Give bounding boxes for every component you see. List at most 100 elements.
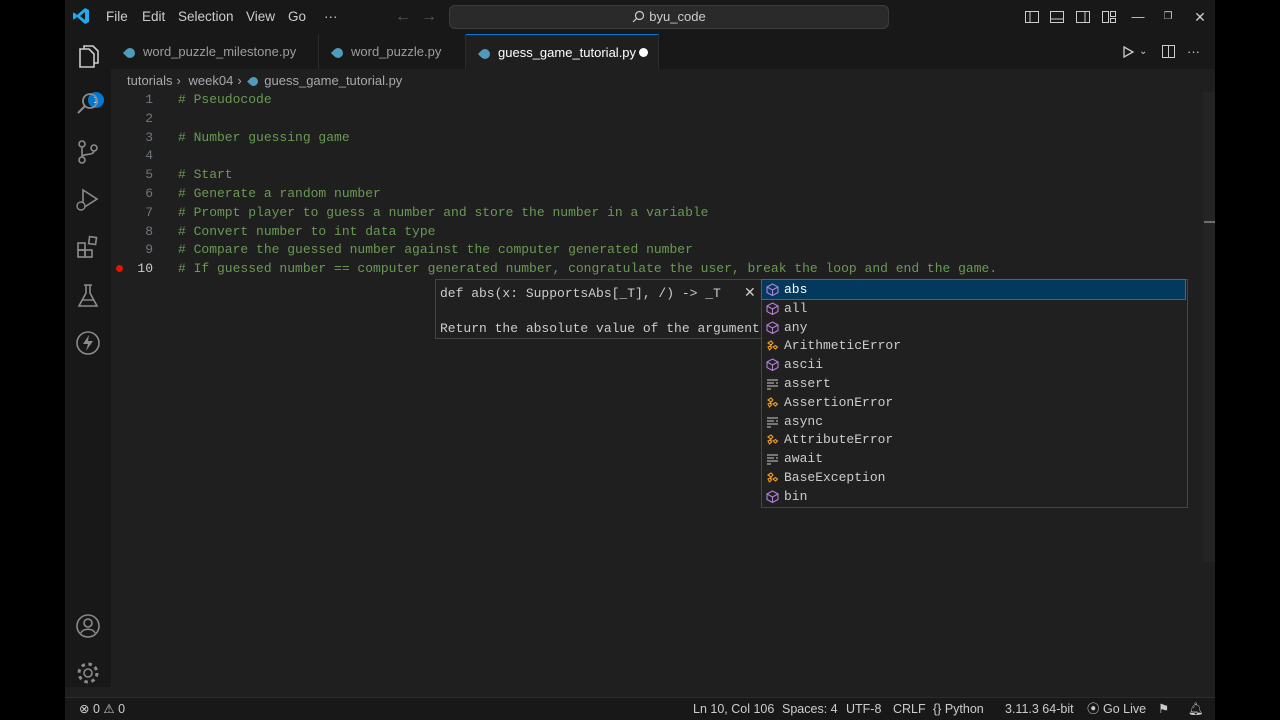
code-line: 6 # Generate a random number — [111, 184, 1201, 203]
end-of-line[interactable]: CRLF — [893, 698, 926, 720]
python-file-icon — [247, 75, 261, 88]
line-text: # Compare the guessed number against the… — [178, 242, 693, 257]
notifications-bell-icon[interactable]: 🔔︎ — [1188, 698, 1204, 720]
suggestion-label: BaseException — [784, 470, 886, 485]
suggestion-item[interactable]: abs — [761, 279, 1186, 300]
close-details-icon[interactable]: ✕ — [744, 284, 756, 301]
cursor-position[interactable]: Ln 10, Col 106 — [693, 698, 774, 720]
suggestion-item[interactable]: await — [762, 449, 1185, 468]
explorer-icon[interactable] — [74, 44, 102, 72]
function-signature: def abs(x: SupportsAbs[_T], /) -> _T — [440, 286, 721, 301]
code-line-current: 10 # If guessed number == computer gener… — [111, 259, 1201, 278]
back-arrow-icon[interactable]: ← — [395, 8, 411, 26]
keyword-icon — [767, 379, 778, 390]
feedback-icon[interactable]: ⚑ — [1158, 698, 1169, 720]
suggestion-label: all — [784, 300, 808, 316]
error-count: 0 — [92, 702, 100, 716]
breadcrumb-file[interactable]: guess_game_tutorial.py — [264, 73, 402, 88]
suggestion-item[interactable]: any — [762, 318, 1185, 337]
run-and-debug-icon[interactable] — [74, 186, 102, 214]
encoding[interactable]: UTF-8 — [846, 698, 881, 720]
close-window-icon[interactable]: ✕ — [1185, 0, 1215, 34]
command-center-search[interactable]: byu_code — [449, 5, 889, 29]
extensions-icon[interactable] — [74, 233, 102, 261]
line-number: 1 — [145, 92, 153, 107]
line-number: 6 — [145, 186, 153, 201]
tab-guess-game-tutorial[interactable]: guess_game_tutorial.py — [466, 34, 659, 69]
search-icon — [632, 10, 645, 23]
suggestion-item[interactable]: bin — [762, 487, 1185, 506]
run-dropdown-chevron-icon[interactable]: ⌄ — [1139, 34, 1147, 69]
line-number: 5 — [145, 167, 153, 182]
code-line: 1 # Pseudocode — [111, 90, 1201, 109]
class-icon — [767, 434, 779, 446]
class-icon — [767, 340, 779, 352]
tab-word-puzzle[interactable]: word_puzzle.py — [319, 34, 466, 69]
menu-selection[interactable]: Selection — [178, 0, 234, 34]
settings-gear-icon[interactable] — [74, 659, 102, 687]
tab-word-puzzle-milestone[interactable]: word_puzzle_milestone.py — [111, 34, 319, 69]
minimize-window-icon[interactable]: — — [1123, 0, 1153, 34]
suggestion-item[interactable]: AttributeError — [762, 430, 1185, 449]
line-number: 4 — [145, 148, 153, 163]
menu-more[interactable]: ··· — [324, 0, 338, 34]
python-file-icon — [477, 46, 493, 61]
problems-indicator[interactable]: ⊗ 0 ⚠ 0 — [79, 698, 125, 720]
status-bar: ⊗ 0 ⚠ 0 Ln 10, Col 106 Spaces: 4 UTF-8 C… — [65, 697, 1215, 720]
editor-tabs: word_puzzle_milestone.py word_puzzle.py … — [111, 34, 1215, 69]
toggle-primary-sidebar-icon[interactable] — [1024, 9, 1040, 25]
line-number: 7 — [145, 205, 153, 220]
accounts-icon[interactable] — [74, 612, 102, 640]
testing-icon[interactable] — [74, 282, 102, 310]
suggestion-label: ArithmeticError — [784, 338, 902, 354]
unsaved-dot-icon[interactable] — [639, 48, 648, 57]
line-text: # Number guessing game — [178, 130, 350, 145]
breadcrumb-folder-tutorials[interactable]: tutorials — [127, 73, 173, 88]
line-text: # Convert number to int data type — [178, 224, 436, 239]
warning-icon: ⚠ — [103, 702, 115, 716]
menu-file[interactable]: File — [106, 0, 128, 34]
suggestion-item[interactable]: all — [762, 299, 1185, 318]
menu-edit[interactable]: Edit — [142, 0, 165, 34]
suggestion-item[interactable]: AssertionError — [762, 393, 1185, 412]
chevron-right-icon: › — [237, 73, 242, 88]
method-cube-icon — [766, 320, 779, 334]
lightning-extension-icon[interactable] — [74, 329, 102, 357]
line-number: 10 — [137, 261, 153, 276]
suggestion-item[interactable]: ascii — [762, 355, 1185, 374]
suggestion-item[interactable]: BaseException — [762, 468, 1185, 487]
suggestion-label: ascii — [784, 357, 824, 373]
code-line: 5 # Start — [111, 165, 1201, 184]
breadcrumb-folder-week04[interactable]: week04 — [189, 73, 234, 88]
suggestion-item[interactable]: ArithmeticError — [762, 336, 1185, 355]
line-text: # Generate a random number — [178, 186, 381, 201]
source-control-icon[interactable] — [74, 138, 102, 166]
toggle-panel-icon[interactable] — [1049, 9, 1065, 25]
split-editor-icon[interactable] — [1161, 44, 1176, 59]
menu-view[interactable]: View — [246, 0, 275, 34]
warning-count: 0 — [118, 702, 126, 716]
search-icon[interactable] — [74, 90, 102, 118]
editor-scrollbar[interactable] — [1203, 92, 1215, 562]
suggestion-label: await — [784, 451, 824, 467]
line-number: 8 — [145, 224, 153, 239]
forward-arrow-icon[interactable]: → — [421, 8, 437, 26]
go-live-button[interactable]: ⦿ Go Live — [1087, 698, 1146, 720]
line-text: # If guessed number == computer generate… — [178, 261, 998, 276]
customize-layout-icon[interactable] — [1101, 9, 1117, 25]
python-interpreter[interactable]: 3.11.3 64-bit — [1005, 698, 1074, 720]
keyword-icon — [767, 454, 778, 465]
restore-window-icon[interactable]: ❐ — [1153, 0, 1183, 34]
language-mode[interactable]: {} Python — [933, 698, 984, 720]
suggestion-label: async — [784, 413, 824, 429]
method-cube-icon — [766, 302, 779, 315]
tab-label: guess_game_tutorial.py — [498, 45, 637, 60]
suggestion-item[interactable]: async — [762, 412, 1185, 431]
run-python-file-icon[interactable] — [1121, 45, 1135, 59]
toggle-secondary-sidebar-icon[interactable] — [1075, 9, 1091, 25]
menu-go[interactable]: Go — [288, 0, 306, 34]
command-center-label: byu_code — [649, 9, 706, 24]
suggestion-item[interactable]: assert — [762, 374, 1185, 393]
indentation[interactable]: Spaces: 4 — [782, 698, 838, 720]
more-actions-icon[interactable]: ··· — [1187, 34, 1200, 69]
